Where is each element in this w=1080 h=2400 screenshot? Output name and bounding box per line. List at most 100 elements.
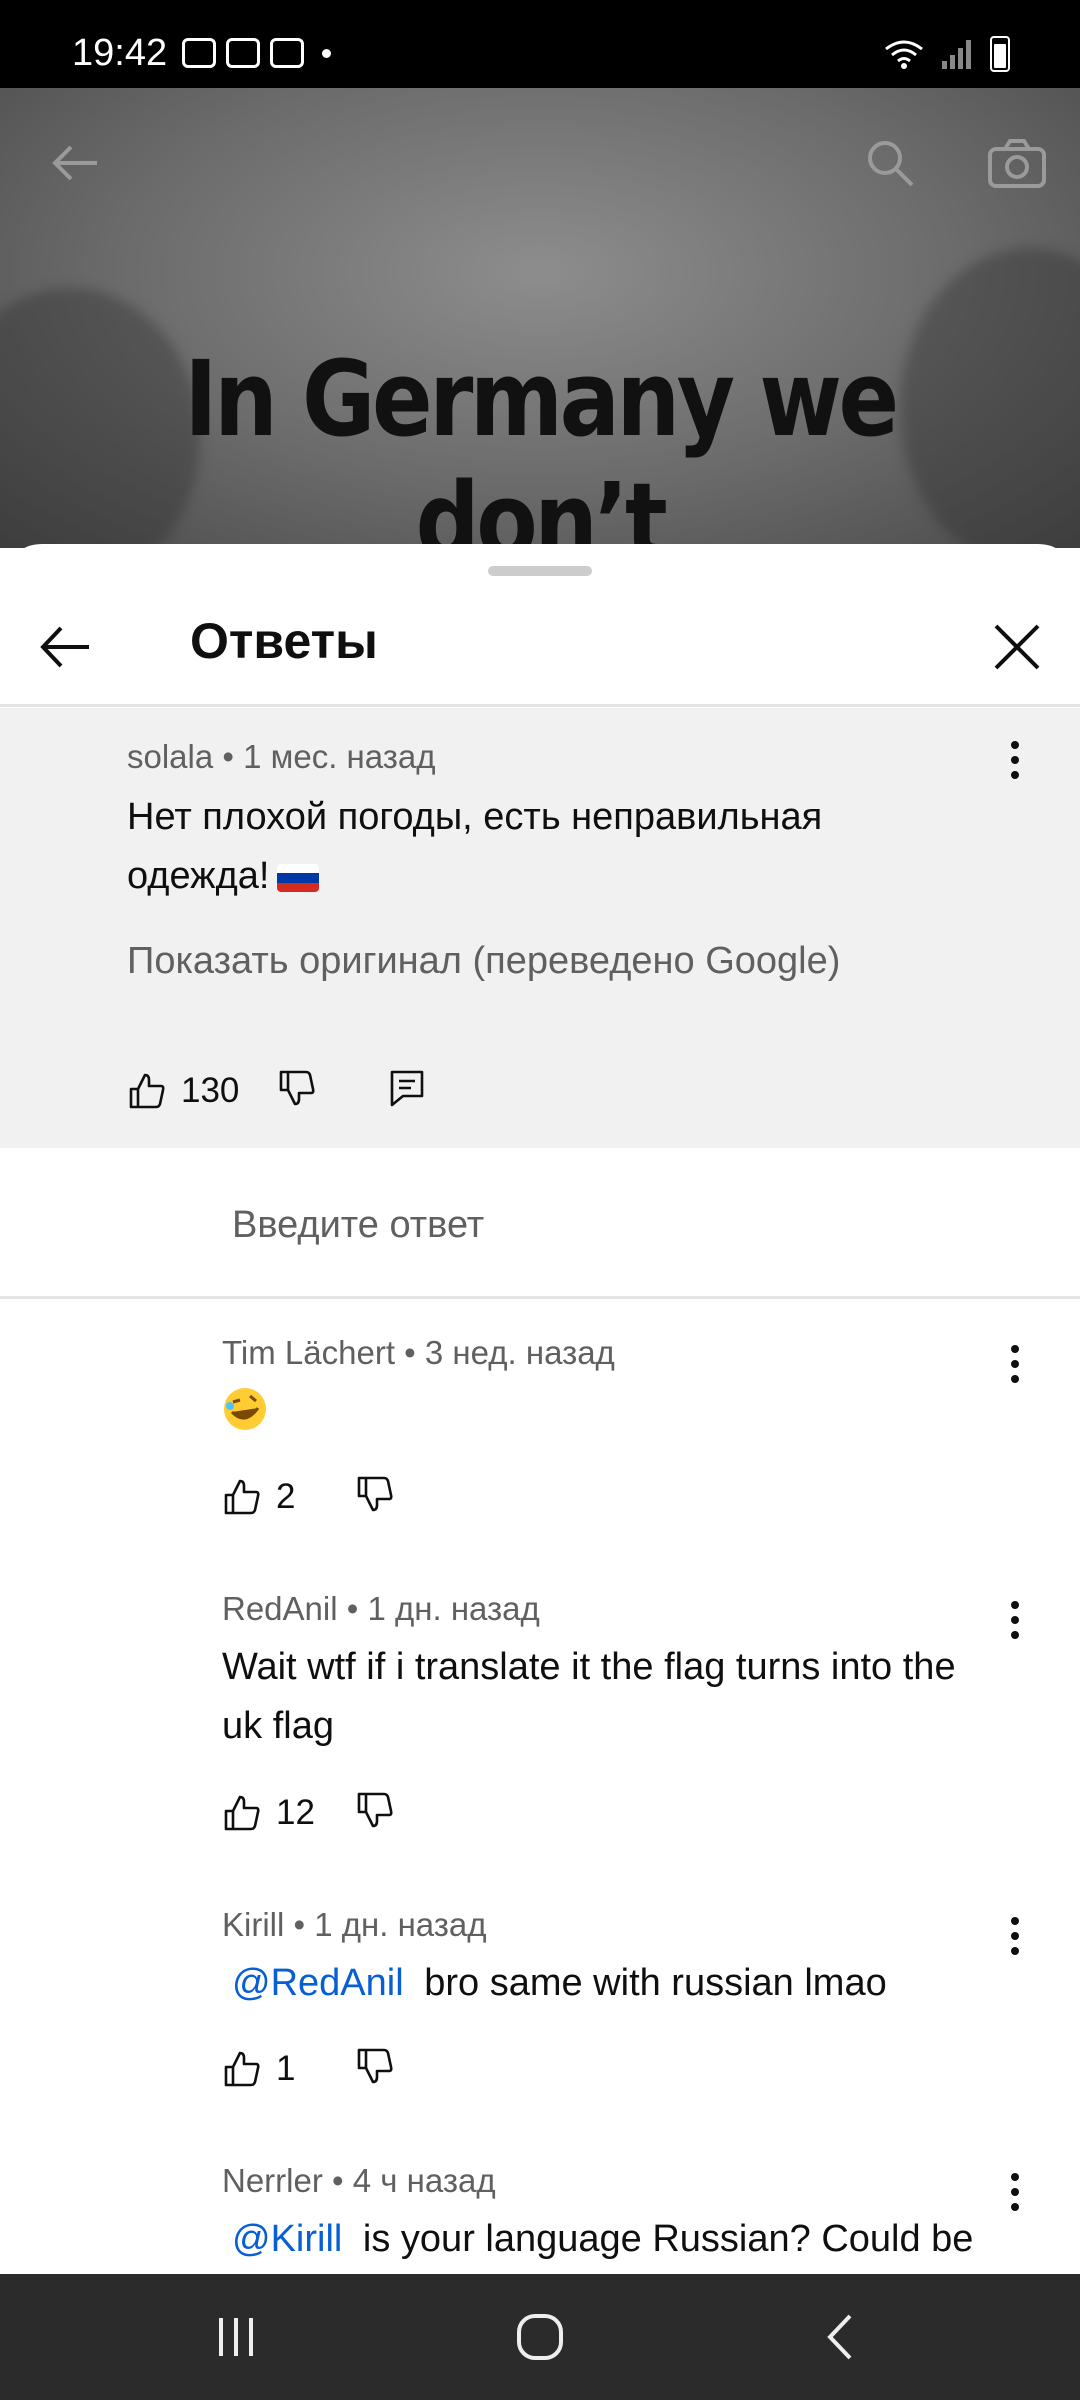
like-count: 1 xyxy=(276,2048,296,2088)
comment-actions: 130 xyxy=(127,1068,427,1113)
comment-text: bro same with russian lmao xyxy=(424,1962,887,2004)
comment-more-button[interactable] xyxy=(995,730,1035,790)
system-icons xyxy=(884,36,1010,72)
mail-notification-icon xyxy=(226,38,260,68)
signal-icon xyxy=(942,40,971,69)
comment-meta: Kirill • 1 дн. назад xyxy=(222,1906,487,1944)
comment-text: is your language Russian? Could be xyxy=(362,2218,974,2260)
mail-notification-icon xyxy=(270,38,304,68)
dislike-button[interactable] xyxy=(355,1790,395,1835)
thumbs-up-icon xyxy=(224,1795,260,1830)
comment-more-button[interactable] xyxy=(995,2162,1035,2222)
thumbs-down-icon xyxy=(357,1792,393,1828)
comment-more-button[interactable] xyxy=(995,1334,1035,1394)
camera-button[interactable] xyxy=(982,128,1052,198)
status-bar: 19:42 xyxy=(0,0,1080,88)
meta-separator: • xyxy=(404,1334,416,1371)
home-icon xyxy=(517,2314,563,2360)
comment-meta: solala • 1 мес. назад xyxy=(127,738,436,776)
comment-meta: Nerrler • 4 ч назад xyxy=(222,2162,496,2200)
drag-handle[interactable] xyxy=(488,566,592,576)
chevron-left-icon xyxy=(827,2314,852,2360)
comment-meta: Tim Lächert • 3 нед. назад xyxy=(222,1334,615,1372)
comment-actions: 12 xyxy=(222,1790,395,1835)
meta-separator: • xyxy=(346,1590,359,1627)
status-time: 19:42 xyxy=(72,32,168,74)
show-original-link[interactable]: Показать оригинал (переведено Google) xyxy=(127,940,840,983)
sheet-back-button[interactable] xyxy=(20,602,110,692)
replies-sheet: Ответы solala • 1 мес. назад Нет плохой … xyxy=(0,544,1080,2274)
rofl-emoji-icon xyxy=(222,1386,268,1437)
thumbs-up-icon xyxy=(129,1073,165,1108)
reply-button[interactable] xyxy=(387,1068,427,1113)
recent-apps-icon xyxy=(219,2318,253,2356)
meta-separator: • xyxy=(332,2162,344,2199)
wifi-icon xyxy=(885,40,923,69)
dislike-button[interactable] xyxy=(277,1068,317,1113)
comment-text-block: Нет плохой погоды, есть неправильная оде… xyxy=(127,788,947,906)
video-title-line2: say xyxy=(0,508,1080,548)
close-button[interactable] xyxy=(972,602,1062,692)
mention-link[interactable]: @RedAnil xyxy=(232,1962,404,2004)
meta-separator: • xyxy=(293,1906,306,1943)
comment-more-button[interactable] xyxy=(995,1590,1035,1650)
comment-author[interactable]: Tim Lächert xyxy=(222,1334,395,1371)
thumbs-down-icon xyxy=(280,1070,315,1106)
back-button[interactable] xyxy=(800,2302,880,2372)
comment-text: Нет плохой погоды, есть неправильная оде… xyxy=(127,796,823,897)
header-divider xyxy=(0,704,1080,707)
like-button[interactable]: 130 xyxy=(127,1071,239,1111)
comment-text: Wait wtf if i translate it the flag turn… xyxy=(222,1646,956,1747)
parent-comment: solala • 1 мес. назад Нет плохой погоды,… xyxy=(0,708,1080,1148)
search-button[interactable] xyxy=(855,128,925,198)
search-icon xyxy=(868,141,914,187)
thumbs-down-icon xyxy=(358,2048,394,2084)
russian-flag-icon xyxy=(277,864,320,892)
more-notifications-dot-icon xyxy=(322,48,331,58)
camera-icon xyxy=(988,139,1046,188)
thumbs-down-icon xyxy=(358,1476,394,1512)
sheet-title: Ответы xyxy=(190,613,378,669)
gallery-notification-icon xyxy=(182,38,216,68)
home-button[interactable] xyxy=(500,2302,580,2372)
like-count: 130 xyxy=(181,1070,240,1110)
comment-author[interactable]: RedAnil xyxy=(222,1590,338,1627)
comment-time: 3 нед. назад xyxy=(424,1334,615,1371)
comment-author[interactable]: Kirill xyxy=(222,1906,284,1943)
comment-text-block: @Kirill is your language Russian? Could … xyxy=(222,2210,1052,2269)
comment-actions: 2 xyxy=(222,1474,395,1519)
comment-time: 1 дн. назад xyxy=(367,1590,540,1627)
dislike-button[interactable] xyxy=(355,1474,395,1519)
comment-more-button[interactable] xyxy=(995,1906,1035,1966)
recent-apps-button[interactable] xyxy=(196,2302,276,2372)
like-count: 2 xyxy=(276,1476,296,1516)
dislike-button[interactable] xyxy=(355,2046,395,2091)
comment-author[interactable]: Nerrler xyxy=(222,2162,323,2199)
arrow-left-icon xyxy=(52,145,97,181)
comment-author[interactable]: solala xyxy=(127,738,213,775)
like-button[interactable]: 12 xyxy=(222,1793,315,1833)
thumbs-up-icon xyxy=(224,2051,260,2086)
comment-time: 4 ч назад xyxy=(352,2162,496,2199)
video-back-button[interactable] xyxy=(40,128,110,198)
input-divider xyxy=(0,1296,1080,1299)
comment-icon xyxy=(391,1070,424,1107)
arrow-left-icon xyxy=(40,626,89,668)
like-button[interactable]: 2 xyxy=(222,1477,295,1517)
like-button[interactable]: 1 xyxy=(222,2049,295,2089)
comment-meta: RedAnil • 1 дн. назад xyxy=(222,1590,540,1628)
sheet-header: Ответы xyxy=(0,584,1080,706)
notification-icons xyxy=(182,38,331,68)
like-count: 12 xyxy=(276,1792,315,1832)
comment-time: 1 мес. назад xyxy=(243,738,436,775)
mention-link[interactable]: @Kirill xyxy=(232,2218,342,2260)
battery-icon xyxy=(990,36,1010,72)
close-icon xyxy=(994,624,1040,670)
comment-time: 1 дн. назад xyxy=(314,1906,487,1943)
meta-separator: • xyxy=(222,738,234,775)
system-nav-bar xyxy=(0,2274,1080,2400)
thumbs-up-icon xyxy=(224,1479,260,1514)
video-player[interactable]: In Germany we don’t say xyxy=(0,88,1080,548)
reply-input[interactable]: Введите ответ xyxy=(232,1204,484,1247)
comment-text-block: @RedAnil bro same with russian lmao xyxy=(222,1954,1002,2013)
